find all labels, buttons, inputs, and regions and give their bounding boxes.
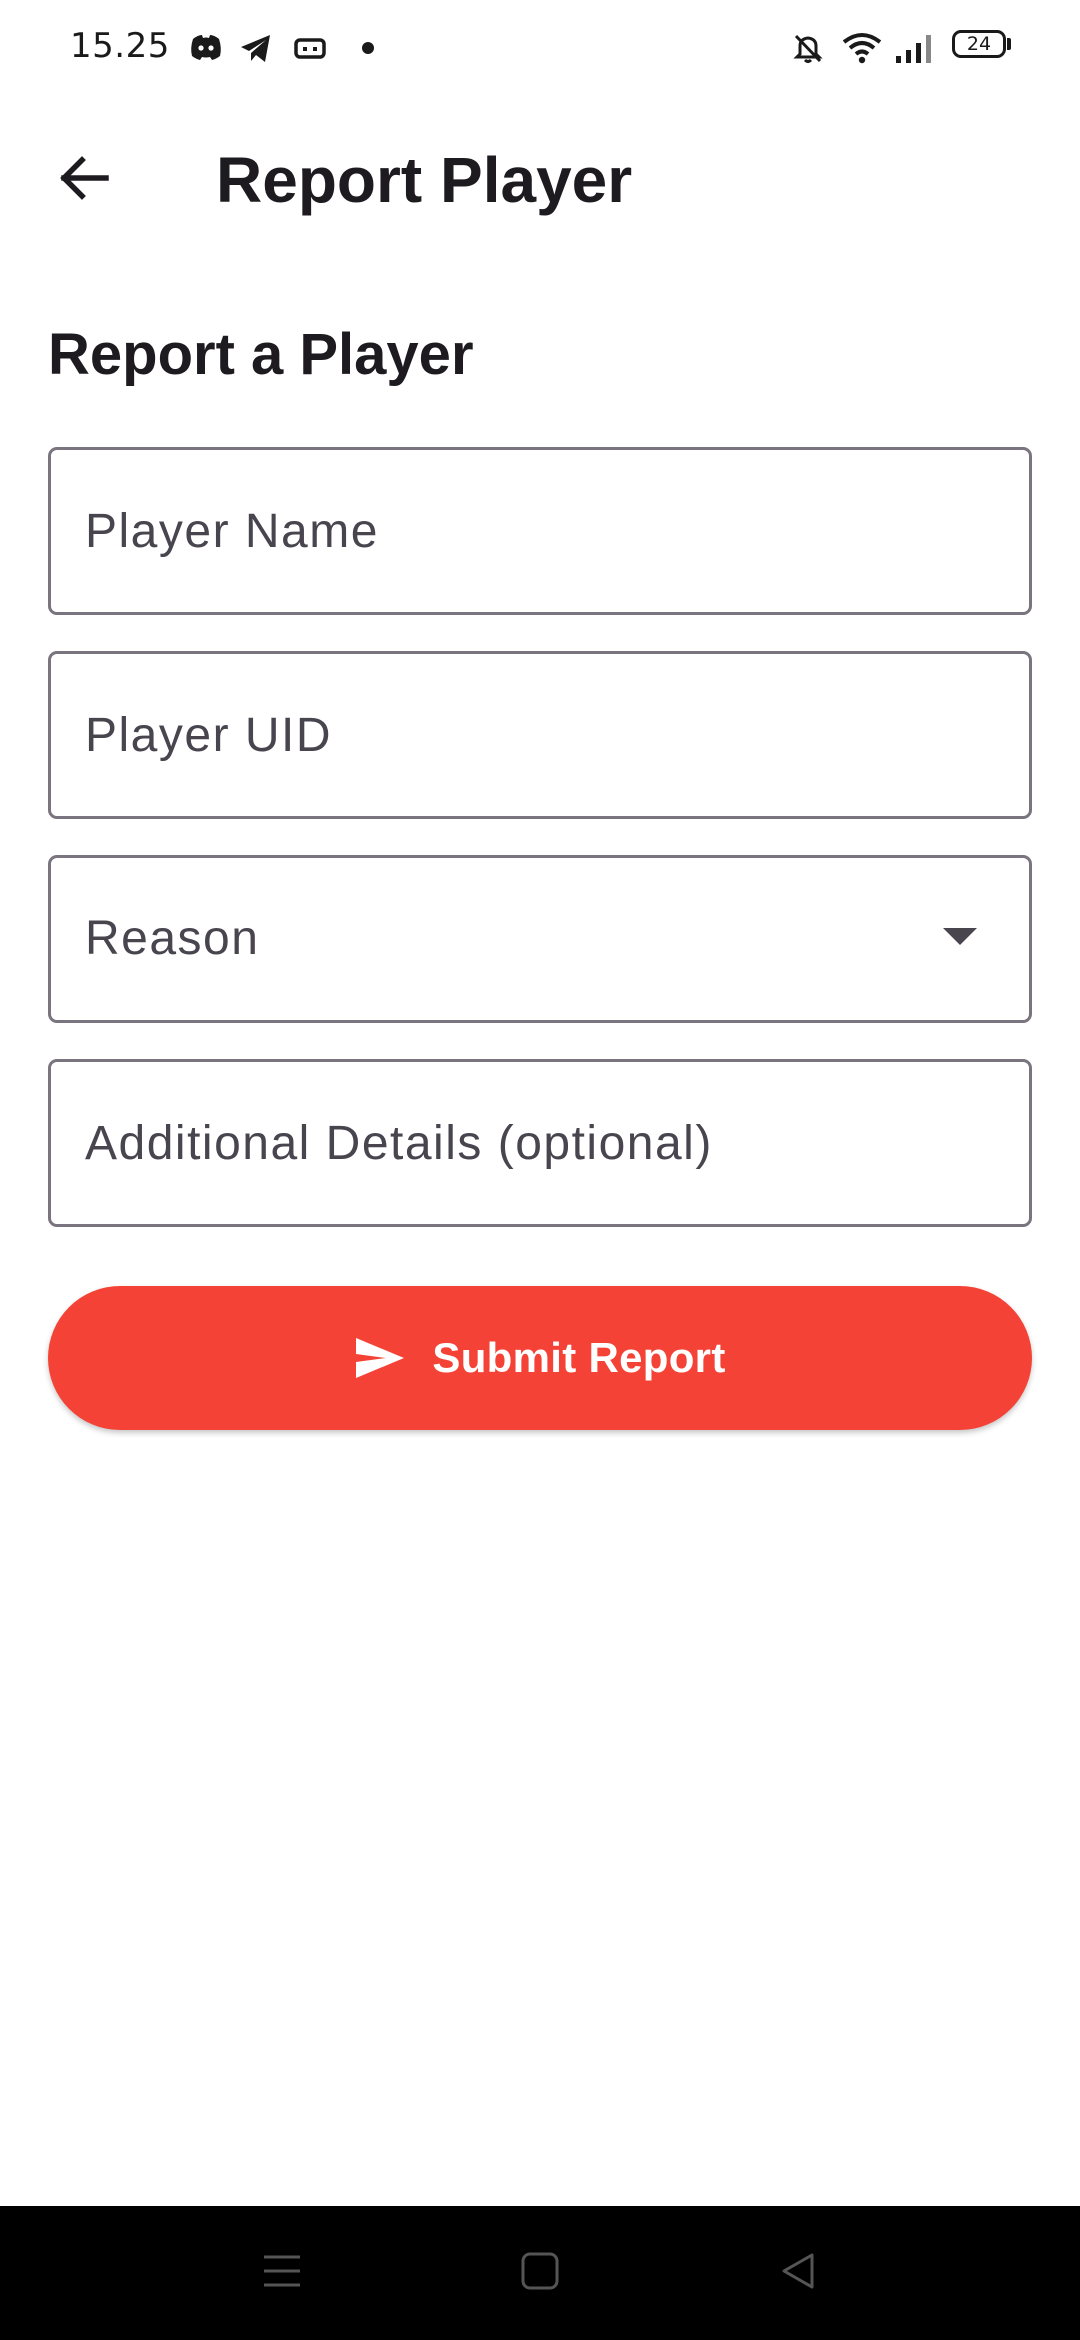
- player-uid-input[interactable]: [51, 654, 1029, 816]
- form-heading: Report a Player: [48, 322, 474, 387]
- dot-icon: [360, 30, 376, 66]
- player-name-field[interactable]: [48, 447, 1032, 615]
- send-icon: [354, 1336, 406, 1380]
- status-bar: 15.25 24: [0, 0, 1080, 96]
- wifi-icon: [842, 30, 882, 66]
- signal-icon: [894, 30, 934, 66]
- player-name-input[interactable]: [51, 450, 1029, 612]
- nav-back-button[interactable]: [738, 2206, 858, 2340]
- additional-details-field[interactable]: [48, 1059, 1032, 1227]
- submit-report-label: Submit Report: [432, 1334, 726, 1381]
- reason-label: Reason: [85, 912, 260, 965]
- bell-off-icon: [790, 30, 826, 66]
- nav-home-button[interactable]: [480, 2206, 600, 2340]
- submit-report-button[interactable]: Submit Report: [48, 1286, 1032, 1430]
- battery-tip: [1007, 38, 1011, 50]
- telegram-icon: [238, 30, 274, 66]
- home-icon: [520, 2251, 560, 2296]
- menu-icon: [262, 2251, 302, 2296]
- system-nav-bar: [0, 2206, 1080, 2340]
- battery-icon: 24: [952, 30, 1006, 58]
- reason-dropdown[interactable]: Reason: [48, 855, 1032, 1023]
- additional-details-input[interactable]: [51, 1062, 1029, 1224]
- status-time: 15.25: [70, 26, 170, 66]
- dropdown-caret-icon: [943, 928, 977, 945]
- back-triangle-icon: [778, 2251, 818, 2296]
- discord-icon: [188, 30, 224, 66]
- back-button[interactable]: [44, 140, 124, 220]
- gamepad-icon: [292, 30, 328, 66]
- nav-menu-button[interactable]: [222, 2206, 342, 2340]
- arrow-back-icon: [56, 150, 112, 211]
- page-title: Report Player: [216, 144, 633, 216]
- player-uid-field[interactable]: [48, 651, 1032, 819]
